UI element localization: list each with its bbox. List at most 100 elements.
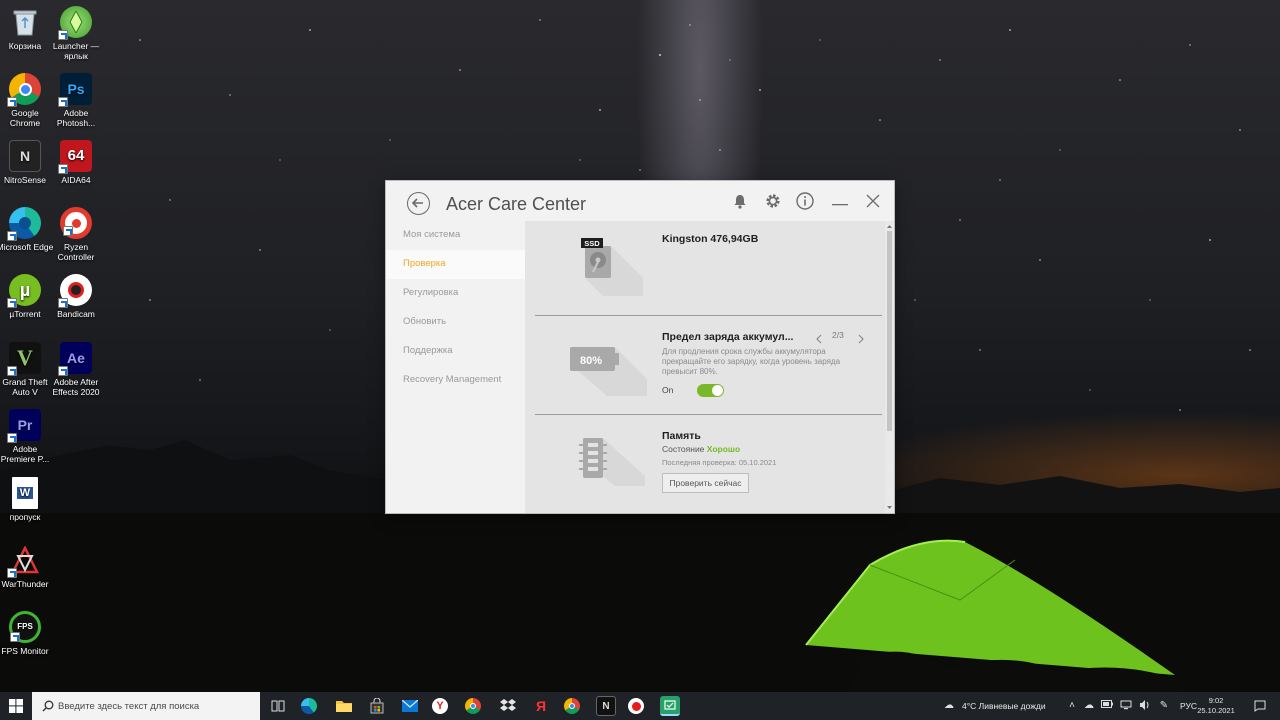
minimize-icon xyxy=(832,204,848,206)
desktop-icon-label: Ryzen Controller xyxy=(57,242,95,262)
gear-icon xyxy=(766,194,780,208)
battery-limit-toggle[interactable] xyxy=(697,384,724,397)
desktop-icon-gta-v[interactable]: V Grand Theft Auto V xyxy=(0,342,54,397)
content-scrollbar[interactable] xyxy=(885,221,894,513)
check-now-button[interactable]: Проверить сейчас xyxy=(662,473,749,493)
desktop-icon-nitrosense[interactable]: N NitroSense xyxy=(0,140,54,185)
sidebar-item-support[interactable]: Поддержка xyxy=(386,337,525,366)
close-button[interactable] xyxy=(863,191,883,211)
warthunder-icon xyxy=(7,544,41,578)
desktop-icon-recycle-bin[interactable]: Корзина xyxy=(0,6,54,51)
back-button[interactable] xyxy=(407,192,430,215)
utorrent-icon: µ xyxy=(7,274,41,308)
memory-last-check: Последняя проверка: 05.10.2021 xyxy=(662,458,777,467)
cloud-icon[interactable]: ☁ xyxy=(1083,700,1095,712)
start-button[interactable] xyxy=(0,692,32,720)
store-icon[interactable] xyxy=(367,696,387,716)
sidebar-item-recovery-management[interactable]: Recovery Management xyxy=(386,366,525,395)
desktop-icon-label: Microsoft Edge xyxy=(0,242,54,252)
weather-text[interactable]: 4°C Ливневые дожди xyxy=(962,701,1046,711)
ryzen-controller-icon xyxy=(60,207,92,239)
desktop-icon-word-document[interactable]: W пропуск xyxy=(0,477,54,522)
battery-icon[interactable] xyxy=(1101,700,1113,712)
taskbar-search[interactable] xyxy=(32,692,260,720)
dropbox-icon[interactable] xyxy=(498,696,518,716)
ssd-title: Kingston 476,94GB xyxy=(662,233,759,245)
task-view-icon[interactable] xyxy=(268,696,288,716)
desktop-icon-premiere[interactable]: Pr Adobe Premiere P... xyxy=(0,409,54,464)
minimize-button[interactable] xyxy=(830,191,850,211)
taskbar-nitrosense-icon[interactable]: N xyxy=(596,696,616,716)
icon-glyph: Ps xyxy=(67,81,85,97)
desktop-icon-edge[interactable]: Microsoft Edge xyxy=(0,207,54,252)
scroll-up-icon xyxy=(887,225,892,228)
scrollbar-thumb[interactable] xyxy=(887,231,892,431)
bell-icon xyxy=(734,194,746,209)
acer-care-center-icon[interactable] xyxy=(660,696,680,716)
icon-glyph: W xyxy=(16,487,34,499)
icon-glyph: Pr xyxy=(17,417,33,433)
chrome-icon xyxy=(7,73,41,107)
sidebar-nav: Моя система Проверка Регулировка Обновит… xyxy=(386,221,525,513)
desktop-icon-label: Grand Theft Auto V xyxy=(2,377,48,397)
pen-icon[interactable]: ✎ xyxy=(1158,700,1170,712)
desktop-icon-after-effects[interactable]: Ae Adobe After Effects 2020 xyxy=(47,342,105,397)
desktop-icon-utorrent[interactable]: µ µTorrent xyxy=(0,274,54,319)
pager-indicator: 2/3 xyxy=(832,330,844,340)
window-title: Acer Care Center xyxy=(446,194,587,214)
mail-icon[interactable] xyxy=(400,696,420,716)
icon-glyph: N xyxy=(19,148,31,164)
desktop-icon-label: AIDA64 xyxy=(61,175,91,185)
desktop-icon-ryzen-controller[interactable]: Ryzen Controller xyxy=(47,207,105,262)
icon-glyph: 64 xyxy=(67,147,85,164)
yandex-icon[interactable]: Я xyxy=(531,696,551,716)
memory-card: Память Состояние Хорошо Последняя провер… xyxy=(535,415,882,513)
sidebar-item-adjust[interactable]: Регулировка xyxy=(386,279,525,308)
taskbar-clock[interactable]: 9:02 25.10.2021 xyxy=(1196,696,1236,716)
notifications-icon[interactable] xyxy=(1254,700,1266,712)
desktop-icon-label: WarThunder xyxy=(1,579,49,589)
info-icon xyxy=(796,192,814,210)
word-document-icon: W xyxy=(12,477,38,509)
desktop-icon-photoshop[interactable]: Ps Adobe Photosh... xyxy=(47,73,105,128)
icon-glyph: µ xyxy=(19,280,31,300)
desktop-icon-fps-monitor[interactable]: FPS FPS Monitor xyxy=(0,611,54,656)
network-icon[interactable] xyxy=(1120,700,1132,712)
obs-record-icon[interactable] xyxy=(628,698,644,714)
clock-date: 25.10.2021 xyxy=(1197,706,1235,715)
ssd-card: SSD Kingston 476,94GB xyxy=(535,221,882,316)
settings-button[interactable] xyxy=(763,191,783,211)
sidebar-item-update[interactable]: Обновить xyxy=(386,308,525,337)
desktop-icon-launcher[interactable]: Launcher — ярлык xyxy=(47,6,105,61)
weather-icon[interactable]: ☁ xyxy=(943,700,955,712)
after-effects-icon: Ae xyxy=(58,342,92,376)
memory-status: Состояние Хорошо xyxy=(662,444,740,454)
language-indicator[interactable]: РУС xyxy=(1180,701,1197,711)
desktop-icon-chrome[interactable]: Google Chrome xyxy=(0,73,54,128)
sidebar-item-check[interactable]: Проверка xyxy=(386,250,525,279)
ssd-drive-icon: SSD xyxy=(573,236,645,301)
sidebar-item-my-system[interactable]: Моя система xyxy=(386,221,525,250)
desktop-icon-bandicam[interactable]: Bandicam xyxy=(47,274,105,319)
desktop-icon-warthunder[interactable]: WarThunder xyxy=(0,544,54,589)
battery-80-icon: 80% xyxy=(567,341,647,401)
notifications-button[interactable] xyxy=(730,191,750,211)
yandex-browser-icon[interactable]: Y xyxy=(432,698,448,714)
file-explorer-icon[interactable] xyxy=(334,696,354,716)
taskbar-chrome-icon-2[interactable] xyxy=(564,698,580,714)
close-icon xyxy=(866,194,880,208)
toggle-state-label: On xyxy=(662,385,674,395)
acer-care-center-window: Acer Care Center Моя система Проверка Ре… xyxy=(386,181,894,513)
info-button[interactable] xyxy=(795,191,815,211)
battery-limit-title: Предел заряда аккумул... xyxy=(662,331,794,343)
taskbar-chrome-icon[interactable] xyxy=(465,698,481,714)
desktop-icon-aida64[interactable]: 64 AIDA64 xyxy=(47,140,105,185)
speaker-icon[interactable] xyxy=(1139,700,1151,712)
search-input[interactable] xyxy=(58,692,254,720)
taskbar-edge-icon[interactable] xyxy=(301,698,317,714)
chevron-up-icon[interactable]: ˄ xyxy=(1066,700,1078,712)
battery-limit-description: Для продления срока службы аккумулятора … xyxy=(662,347,841,376)
photoshop-icon: Ps xyxy=(58,73,92,107)
memory-status-value: Хорошо xyxy=(706,444,741,454)
memory-status-label: Состояние xyxy=(662,444,705,454)
